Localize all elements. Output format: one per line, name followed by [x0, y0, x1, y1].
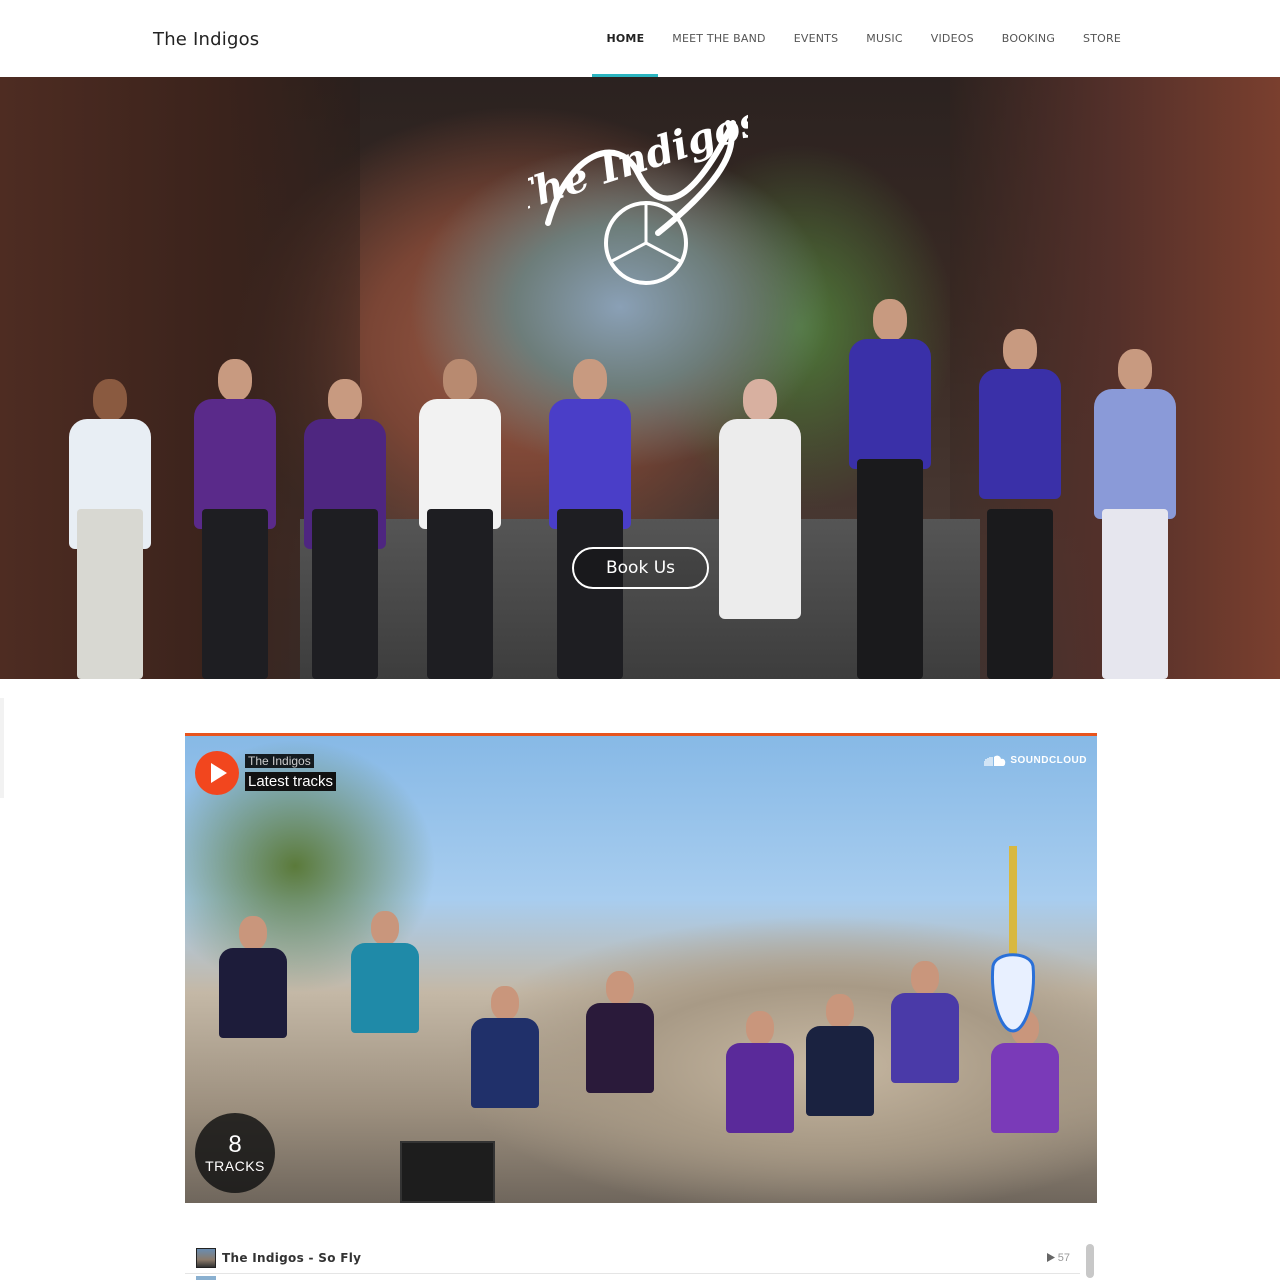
nav-item-music[interactable]: MUSIC — [852, 0, 916, 77]
track-count-label: TRACKS — [205, 1158, 265, 1174]
band-member — [1080, 349, 1190, 679]
band-member — [965, 329, 1075, 679]
photo-person — [800, 994, 880, 1134]
track-play-count: 57 — [1057, 1251, 1070, 1264]
player-artist[interactable]: The Indigos — [245, 754, 314, 768]
band-member — [290, 379, 400, 679]
main-nav: HOME MEET THE BAND EVENTS MUSIC VIDEOS B… — [592, 0, 1135, 77]
soundcloud-player[interactable]: The Indigos Latest tracks SOUNDCLOUD 8 T… — [185, 733, 1097, 1203]
nav-item-home[interactable]: HOME — [592, 0, 659, 77]
nav-item-events[interactable]: EVENTS — [780, 0, 853, 77]
photo-person — [720, 1011, 800, 1151]
site-header: The Indigos HOME MEET THE BAND EVENTS MU… — [0, 0, 1280, 77]
book-us-button[interactable]: Book Us — [572, 547, 709, 589]
track-plays: 57 — [1046, 1251, 1070, 1264]
track-thumbnail — [196, 1247, 216, 1268]
play-button[interactable] — [195, 751, 239, 795]
band-member — [55, 379, 165, 679]
soundcloud-cloud-icon — [984, 755, 1006, 766]
track-list-item[interactable]: The Indigos - So Fly 57 — [185, 1242, 1080, 1274]
band-member — [535, 359, 645, 679]
next-track-thumbnail — [196, 1276, 216, 1280]
nav-item-videos[interactable]: VIDEOS — [917, 0, 988, 77]
play-count-icon — [1046, 1253, 1055, 1262]
play-icon — [211, 763, 227, 783]
photo-person — [465, 986, 545, 1126]
track-count-badge: 8 TRACKS — [195, 1113, 275, 1193]
guitar-icon — [990, 846, 1036, 1033]
player-title[interactable]: Latest tracks — [245, 772, 337, 791]
band-member — [405, 359, 515, 679]
soundcloud-brand-label: SOUNDCLOUD — [1010, 755, 1087, 766]
track-count: 8 — [228, 1131, 242, 1158]
nav-item-store[interactable]: STORE — [1069, 0, 1135, 77]
photo-person — [580, 971, 660, 1111]
nav-item-booking[interactable]: BOOKING — [988, 0, 1069, 77]
band-member — [705, 379, 815, 679]
band-member — [835, 299, 945, 679]
band-logo-icon: The Indigos — [528, 97, 748, 285]
band-member — [180, 359, 290, 679]
side-marker — [0, 698, 4, 798]
amplifier — [400, 1141, 495, 1203]
track-name: The Indigos - So Fly — [222, 1250, 362, 1265]
photo-person — [345, 911, 425, 1051]
photo-person — [213, 916, 293, 1056]
hero-banner: The Indigos Book Us — [0, 77, 1280, 679]
site-title[interactable]: The Indigos — [153, 29, 259, 50]
nav-item-meet-the-band[interactable]: MEET THE BAND — [658, 0, 779, 77]
photo-person — [885, 961, 965, 1101]
soundcloud-logo[interactable]: SOUNDCLOUD — [984, 755, 1087, 766]
tracklist-scrollbar[interactable] — [1086, 1244, 1094, 1278]
